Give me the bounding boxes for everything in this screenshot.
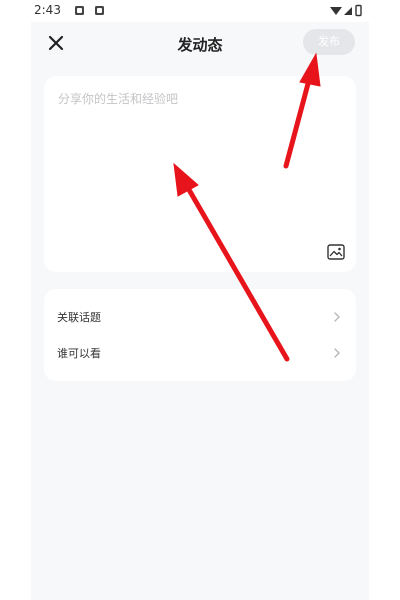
app-screen: 2:43 发动态 发布 分享你的生活和经验吧 关联话题 谁可以看 (31, 0, 369, 600)
post-editor[interactable]: 分享你的生活和经验吧 (44, 76, 356, 272)
top-bar: 发动态 发布 (31, 22, 369, 66)
signal-icon (344, 7, 352, 15)
wifi-icon (330, 7, 342, 15)
publish-button[interactable]: 发布 (303, 29, 355, 55)
option-visibility[interactable]: 谁可以看 (44, 335, 356, 371)
status-indicators (330, 4, 362, 17)
option-label: 谁可以看 (57, 347, 101, 360)
status-bar: 2:43 (31, 0, 369, 22)
post-options: 关联话题 谁可以看 (44, 289, 356, 381)
chevron-right-icon (334, 312, 340, 322)
battery-icon (355, 4, 362, 17)
post-content-input[interactable]: 分享你的生活和经验吧 (58, 90, 178, 107)
notification-icon (75, 6, 84, 15)
notification-icon (95, 6, 104, 15)
status-time: 2:43 (34, 3, 61, 17)
image-icon[interactable] (326, 242, 346, 262)
option-link-topic[interactable]: 关联话题 (44, 299, 356, 335)
chevron-right-icon (334, 348, 340, 358)
option-label: 关联话题 (57, 311, 101, 324)
